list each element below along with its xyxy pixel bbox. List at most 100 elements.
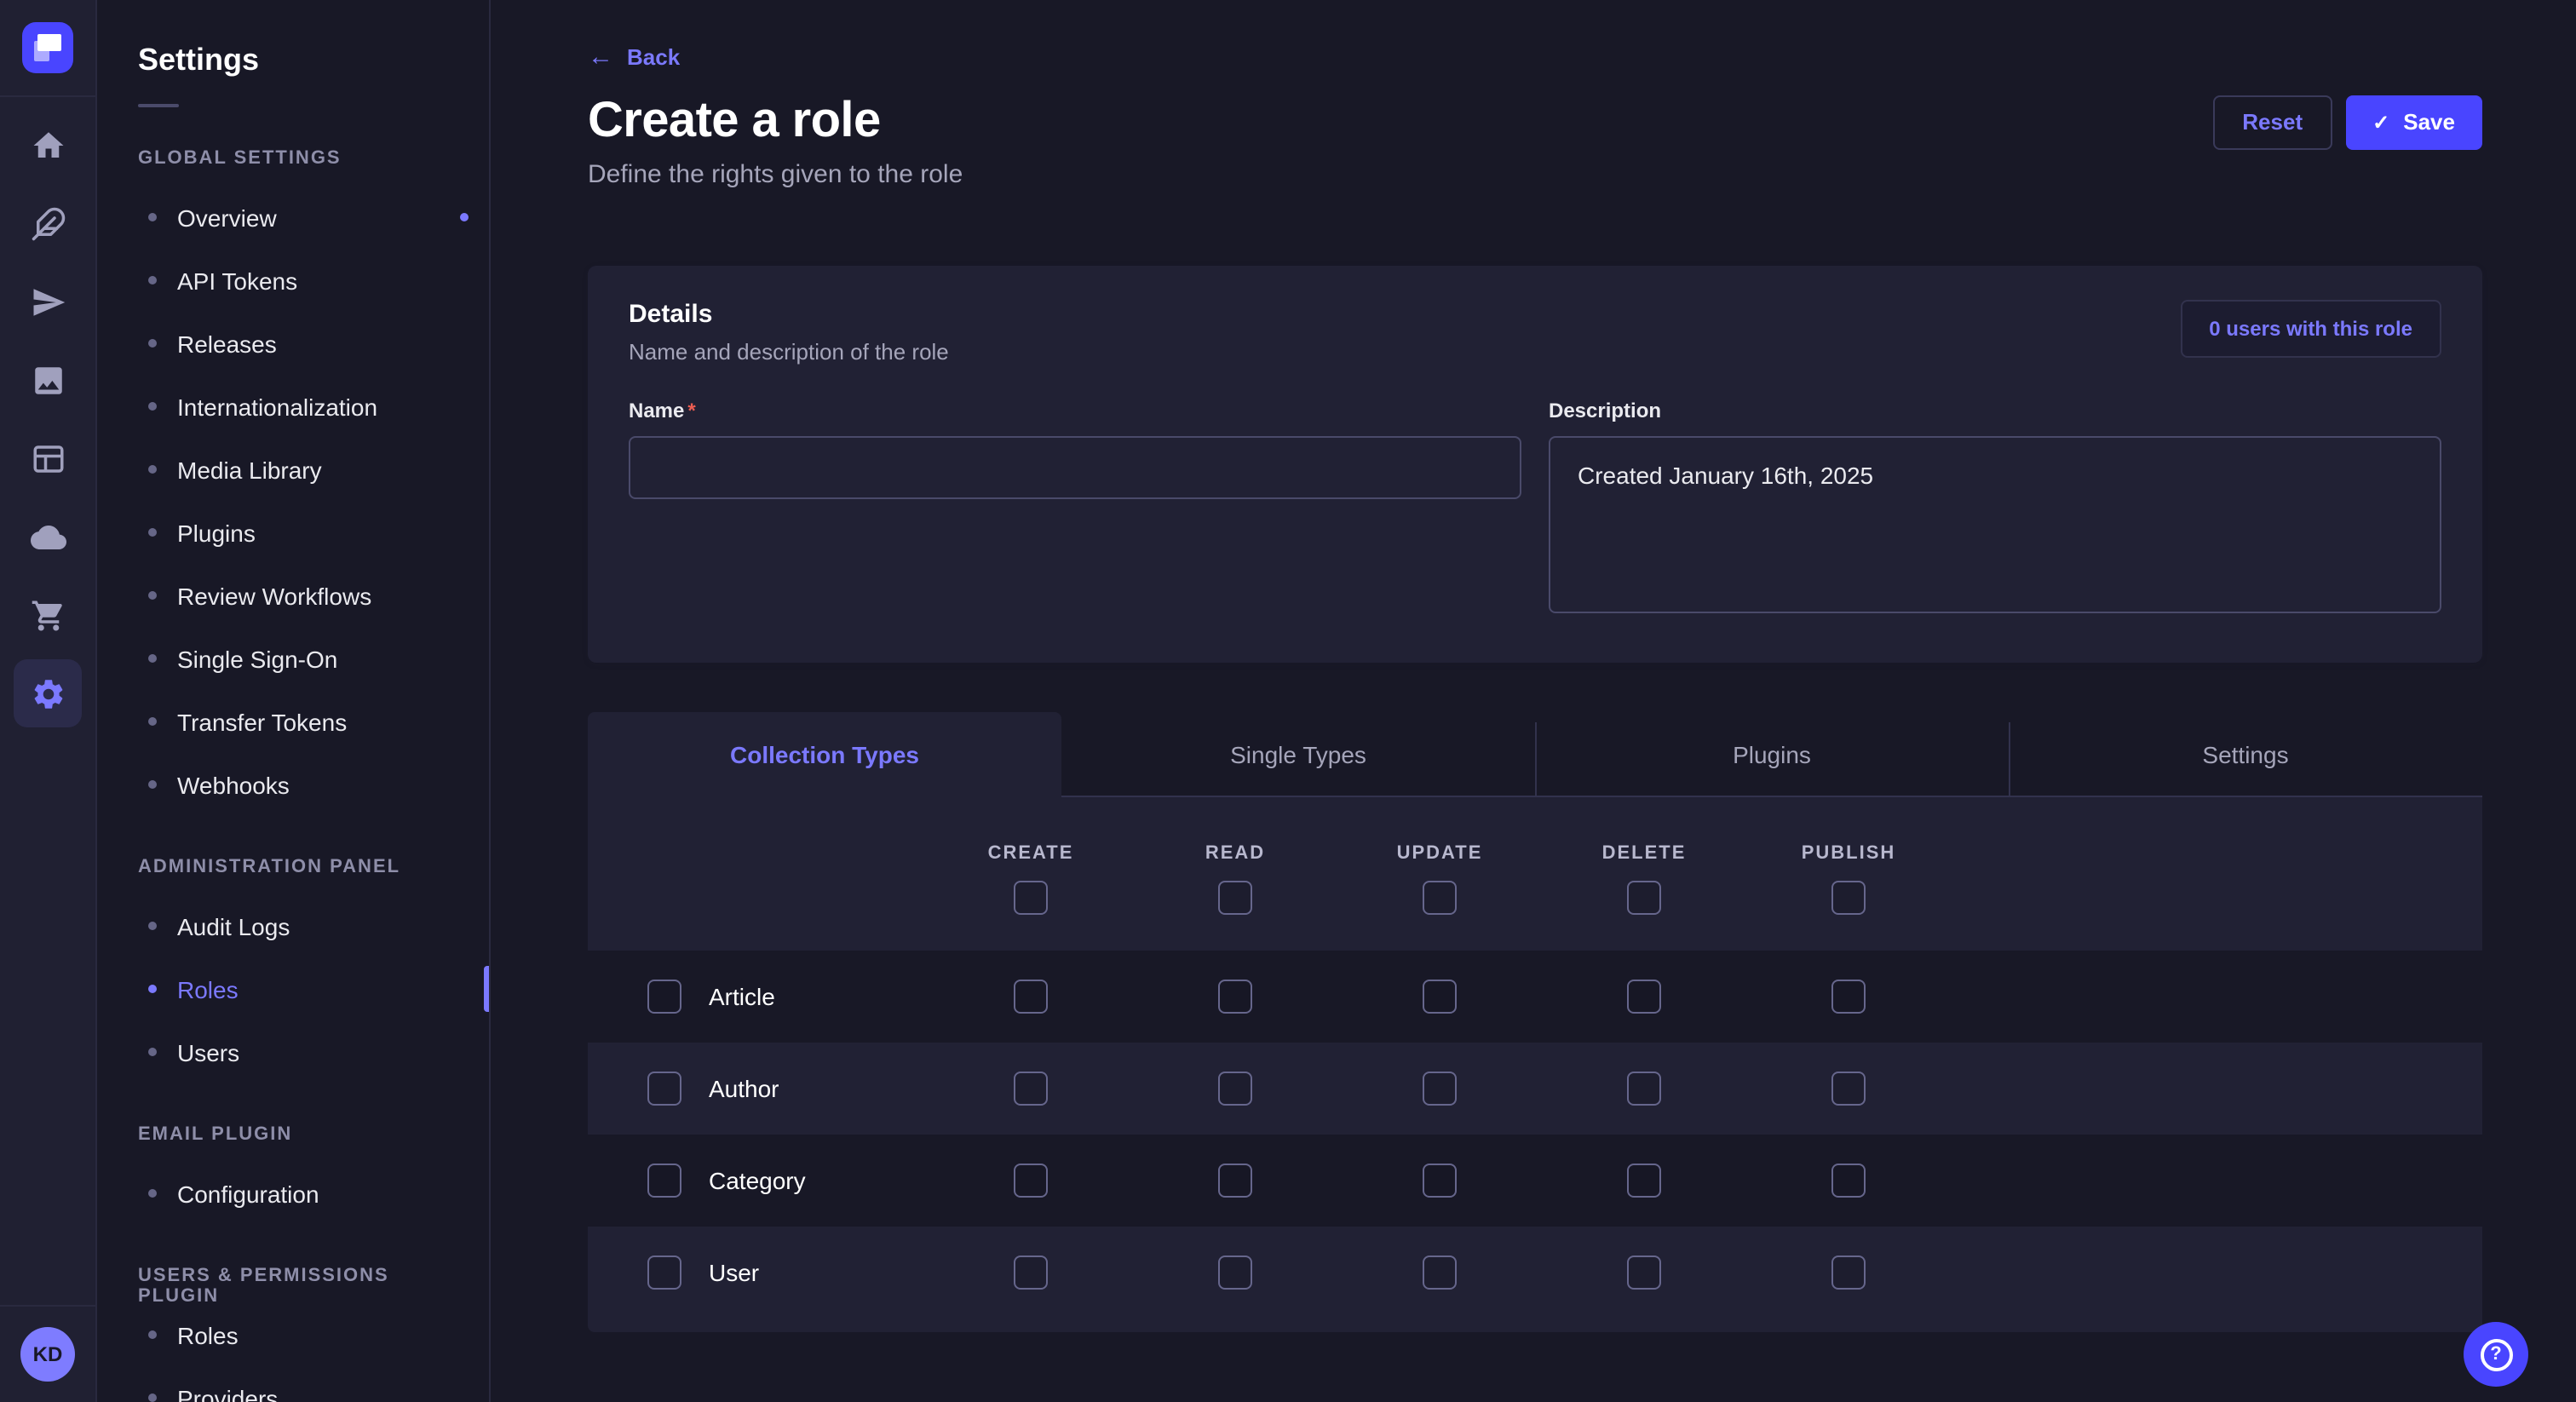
reset-button[interactable]: Reset [2213,95,2332,149]
checkbox-user-delete[interactable] [1627,1255,1661,1290]
row-label: Article [709,983,775,1010]
nav-section-global-settings: GLOBAL SETTINGS Overview API Tokens Rele… [138,148,448,816]
checkbox-category-read[interactable] [1218,1164,1252,1198]
sidebar-item-label: Internationalization [177,393,377,420]
checkbox-all-read[interactable] [1218,881,1252,915]
subnav-divider [138,104,179,107]
column-header-update: UPDATE [1397,843,1483,864]
sidebar-item-review-workflows[interactable]: Review Workflows [138,564,448,627]
column-header-delete: DELETE [1602,843,1687,864]
sidebar-item-webhooks[interactable]: Webhooks [138,753,448,816]
page-subtitle: Define the rights given to the role [588,160,2482,189]
name-input[interactable] [629,436,1521,499]
tab-collection-types[interactable]: Collection Types [588,712,1061,797]
checkbox-author-all[interactable] [647,1072,681,1106]
marketplace-cart-icon[interactable] [14,581,82,649]
checkbox-category-create[interactable] [1014,1164,1048,1198]
required-asterisk: * [687,399,695,422]
bullet-icon [148,654,157,663]
bullet-icon [148,339,157,348]
sidebar-item-users[interactable]: Users [138,1020,448,1083]
sidebar-item-single-sign-on[interactable]: Single Sign-On [138,627,448,690]
settings-icon[interactable] [14,659,82,727]
checkbox-user-all[interactable] [647,1255,681,1290]
media-library-icon[interactable] [14,346,82,414]
checkbox-category-all[interactable] [647,1164,681,1198]
sidebar-item-overview[interactable]: Overview [138,186,448,249]
bullet-icon [148,780,157,789]
notification-dot [460,213,469,221]
checkbox-article-update[interactable] [1423,980,1457,1014]
sidebar-item-api-tokens[interactable]: API Tokens [138,249,448,312]
tab-plugins[interactable]: Plugins [1535,712,2009,797]
checkbox-category-update[interactable] [1423,1164,1457,1198]
row-label: User [709,1259,759,1286]
checkbox-article-all[interactable] [647,980,681,1014]
sidebar-item-providers[interactable]: Providers [138,1366,448,1402]
sidebar-item-audit-logs[interactable]: Audit Logs [138,894,448,957]
nav-section-users-permissions-plugin: USERS & PERMISSIONS PLUGIN Roles Provide… [138,1266,448,1402]
users-with-role-button[interactable]: 0 users with this role [2180,300,2441,358]
sidebar-item-roles-up[interactable]: Roles [138,1303,448,1366]
checkbox-category-delete[interactable] [1627,1164,1661,1198]
bullet-icon [148,1189,157,1198]
sidebar-item-plugins[interactable]: Plugins [138,501,448,564]
checkbox-article-read[interactable] [1218,980,1252,1014]
checkbox-user-publish[interactable] [1831,1255,1866,1290]
checkbox-article-create[interactable] [1014,980,1048,1014]
send-icon[interactable] [14,267,82,336]
strapi-admin: KD Settings GLOBAL SETTINGS Overview API… [0,0,2576,1402]
column-header-create: CREATE [988,843,1074,864]
sidebar-item-configuration[interactable]: Configuration [138,1162,448,1225]
bullet-icon [148,213,157,221]
sidebar-item-roles-admin[interactable]: Roles [138,957,448,1020]
checkbox-user-create[interactable] [1014,1255,1048,1290]
sidebar-item-label: Configuration [177,1180,319,1207]
checkbox-all-create[interactable] [1014,881,1048,915]
sidebar-item-internationalization[interactable]: Internationalization [138,375,448,438]
help-button[interactable]: ? [2464,1322,2528,1387]
checkbox-all-publish[interactable] [1831,881,1866,915]
checkbox-author-read[interactable] [1218,1072,1252,1106]
save-label: Save [2403,109,2455,135]
checkbox-author-publish[interactable] [1831,1072,1866,1106]
user-avatar[interactable]: KD [20,1327,75,1382]
bullet-icon [148,985,157,993]
workspace-logo-button[interactable] [0,0,95,97]
tab-settings[interactable]: Settings [2009,712,2482,797]
cloud-icon[interactable] [14,503,82,571]
checkbox-author-create[interactable] [1014,1072,1048,1106]
checkbox-user-update[interactable] [1423,1255,1457,1290]
column-header-publish: PUBLISH [1802,843,1896,864]
save-button[interactable]: ✓ Save [2345,95,2482,149]
checkbox-all-delete[interactable] [1627,881,1661,915]
back-link[interactable]: ← Back [588,44,680,70]
checkbox-author-update[interactable] [1423,1072,1457,1106]
checkbox-author-delete[interactable] [1627,1072,1661,1106]
sidebar-item-media-library[interactable]: Media Library [138,438,448,501]
checkbox-article-publish[interactable] [1831,980,1866,1014]
subnav-title: Settings [138,0,448,78]
sidebar-item-label: Review Workflows [177,582,371,609]
settings-subnav: Settings GLOBAL SETTINGS Overview API To… [97,0,491,1402]
checkbox-article-delete[interactable] [1627,980,1661,1014]
checkbox-user-read[interactable] [1218,1255,1252,1290]
layout-icon[interactable] [14,424,82,492]
back-arrow-icon: ← [588,44,613,70]
sidebar-item-releases[interactable]: Releases [138,312,448,375]
tab-single-types[interactable]: Single Types [1061,712,1535,797]
main-nav-rail: KD [0,0,97,1402]
column-header-read: READ [1205,843,1265,864]
description-textarea[interactable]: Created January 16th, 2025 [1549,436,2441,613]
sidebar-item-transfer-tokens[interactable]: Transfer Tokens [138,690,448,753]
home-icon[interactable] [14,111,82,179]
checkbox-category-publish[interactable] [1831,1164,1866,1198]
sidebar-item-label: Overview [177,204,277,231]
feather-icon[interactable] [14,189,82,257]
nav-section-administration-panel: ADMINISTRATION PANEL Audit Logs Roles Us… [138,857,448,1083]
checkbox-all-update[interactable] [1423,881,1457,915]
name-label: Name* [629,399,696,422]
back-label: Back [627,44,680,70]
bullet-icon [148,465,157,474]
nav-section-label: EMAIL PLUGIN [138,1124,448,1152]
